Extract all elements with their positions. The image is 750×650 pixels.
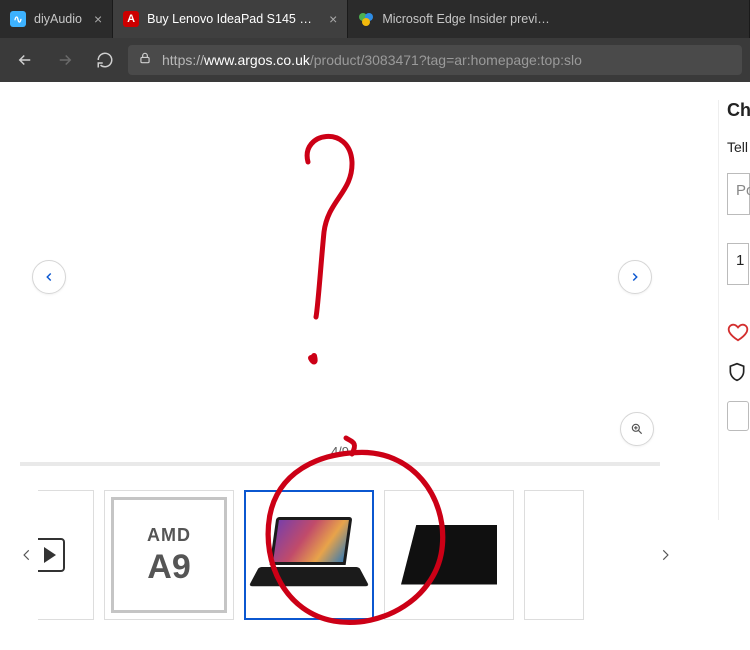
shield-icon[interactable] [727,362,750,385]
thumbnail-strip: deo AMD A9 [16,482,676,627]
postcode-input[interactable]: Po [727,173,750,215]
url-path: /product/3083471?tag=ar:homepage:top:slo [310,52,582,68]
edge-icon [358,11,374,27]
tab-diyaudio[interactable]: ∿ diyAudio × [0,0,113,38]
address-bar[interactable]: https://www.argos.co.uk/product/3083471?… [128,45,742,75]
browser-tab-bar: ∿ diyAudio × A Buy Lenovo IdeaPad S145 1… [0,0,750,38]
browser-nav-bar: https://www.argos.co.uk/product/3083471?… [0,38,750,82]
lock-icon [138,51,152,70]
annotation-question-mark [280,112,380,372]
close-icon[interactable]: × [329,12,337,26]
gallery-prev-button[interactable] [32,260,66,294]
forward-button [48,43,82,77]
option-box[interactable] [727,401,749,431]
url-text: https://www.argos.co.uk/product/3083471?… [162,52,582,68]
quantity-input[interactable]: 1 [727,243,749,285]
page-content: 4/9 deo AMD A9 [0,82,750,650]
wave-icon: ∿ [10,11,26,27]
thumbnail-list: deo AMD A9 [38,490,654,620]
url-domain: www.argos.co.uk [204,52,310,68]
gallery-counter: 4/9 [20,444,660,459]
gallery-next-button[interactable] [618,260,652,294]
tab-edge-insider[interactable]: Microsoft Edge Insider previ… [348,0,750,38]
laptop-side-graphic [401,525,497,585]
tab-title: Buy Lenovo IdeaPad S145 15.6 I… [147,12,317,26]
tab-title: diyAudio [34,12,82,26]
heart-icon[interactable] [727,321,750,346]
tab-argos-active[interactable]: A Buy Lenovo IdeaPad S145 15.6 I… × [113,0,348,38]
close-icon[interactable]: × [94,12,102,26]
amd-frame [111,497,227,613]
tab-title: Microsoft Edge Insider previ… [382,12,549,26]
back-button[interactable] [8,43,42,77]
url-protocol: https:// [162,52,204,68]
thumbnail-laptop-selected[interactable] [244,490,374,620]
tell-us-label: Tell u [727,139,750,155]
laptop-graphic [259,517,359,593]
thumbnail-video[interactable]: deo [38,490,94,620]
thumb-next-button[interactable] [654,541,676,569]
play-icon [38,538,65,572]
thumb-prev-button[interactable] [16,541,38,569]
thumbnail-laptop-side[interactable] [384,490,514,620]
product-sidebar: Che Tell u Po 1 [718,100,750,520]
refresh-button[interactable] [88,43,122,77]
argos-icon: A [123,11,139,27]
check-stock-header: Che [727,100,750,121]
thumbnail-amd[interactable]: AMD A9 [104,490,234,620]
gallery-progress-track [20,462,660,466]
zoom-button[interactable] [620,412,654,446]
thumbnail-next-partial[interactable] [524,490,584,620]
